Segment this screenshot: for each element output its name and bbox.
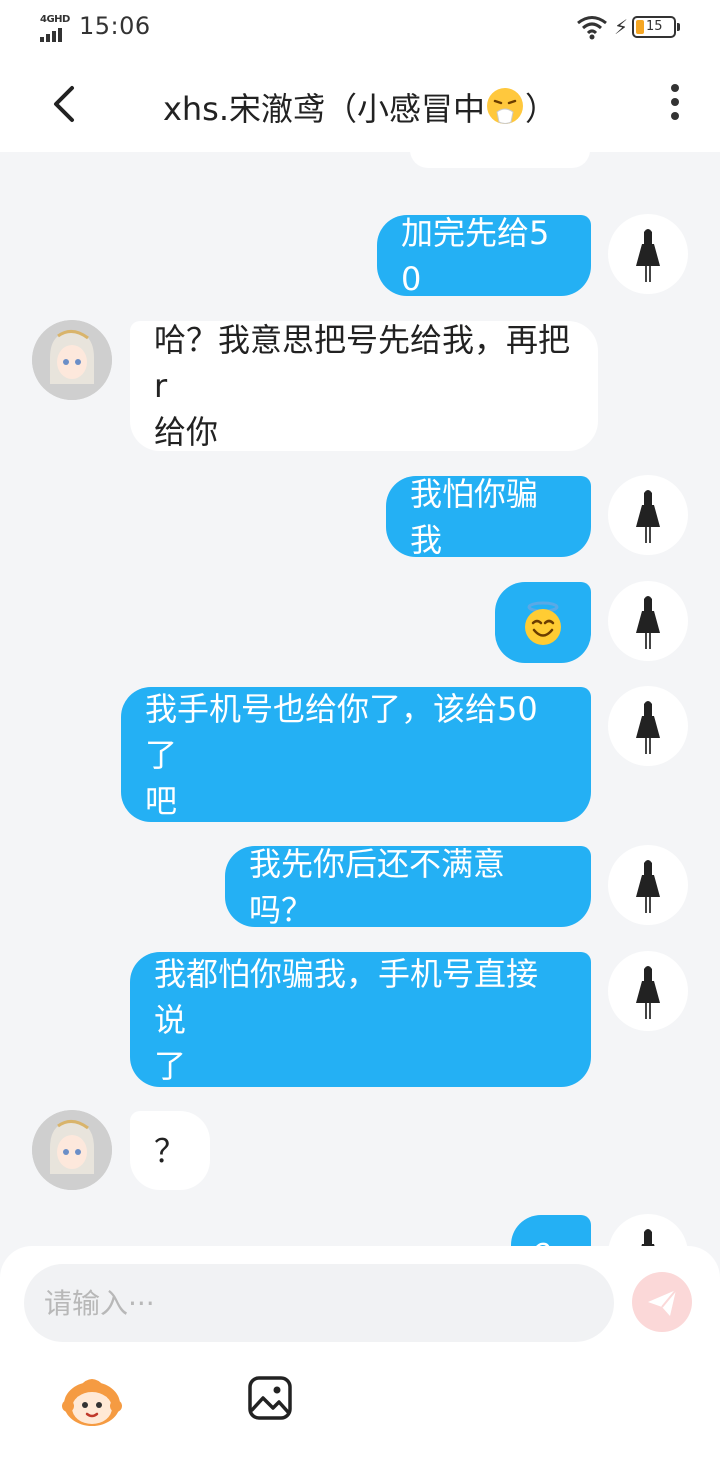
anime-girl-avatar-icon <box>32 320 112 400</box>
my-avatar[interactable] <box>608 214 688 294</box>
message-bubble-me[interactable]: 我手机号也给你了，该给50了 吧 <box>121 687 591 822</box>
wifi-icon <box>577 16 607 40</box>
girl-figure-avatar-icon <box>636 596 660 649</box>
message-text: 加完先给50 <box>401 213 550 298</box>
my-avatar[interactable] <box>608 951 688 1031</box>
chat-header: xhs.宋澈鸢（小感冒中 ） <box>0 56 720 152</box>
my-avatar[interactable] <box>608 686 688 766</box>
message-input[interactable] <box>24 1264 614 1342</box>
chat-title-suffix: ） <box>525 90 558 128</box>
message-list[interactable]: 加完先给50 哈？我意思把号先给我，再把r 给你 我怕你骗我 我手机号也给你了，… <box>0 152 720 1246</box>
composer-panel <box>0 1246 720 1460</box>
my-avatar[interactable] <box>608 475 688 555</box>
my-avatar[interactable] <box>608 845 688 925</box>
status-time: 15:06 <box>79 12 151 40</box>
message-bubble-partial <box>410 152 590 168</box>
message-text: ？ <box>535 1233 567 1247</box>
girl-figure-avatar-icon <box>636 860 660 913</box>
send-button[interactable] <box>632 1272 692 1332</box>
message-bubble-other[interactable]: ？ <box>130 1111 210 1190</box>
back-button[interactable] <box>44 82 88 126</box>
girl-figure-avatar-icon <box>641 1229 655 1246</box>
mascot-sticker-icon[interactable] <box>60 1372 124 1428</box>
my-avatar[interactable] <box>608 581 688 661</box>
contact-avatar[interactable] <box>32 1110 112 1190</box>
girl-figure-avatar-icon <box>636 229 660 282</box>
more-options-button[interactable] <box>660 84 690 124</box>
message-text: 我手机号也给你了，该给50了 吧 <box>145 689 538 820</box>
message-bubble-me[interactable]: 我都怕你骗我，手机号直接说 了 <box>130 952 591 1087</box>
battery-icon: 15 <box>632 16 680 38</box>
chat-title: xhs.宋澈鸢（小感冒中 ） <box>100 84 620 130</box>
message-bubble-me[interactable] <box>495 582 591 663</box>
message-text: 哈？我意思把号先给我，再把r 给你 <box>154 321 571 451</box>
message-text: 我怕你骗我 <box>410 474 539 559</box>
contact-avatar[interactable] <box>32 320 112 400</box>
message-bubble-other[interactable]: 哈？我意思把号先给我，再把r 给你 <box>130 321 598 451</box>
network-type: 4GHD <box>40 14 70 25</box>
anime-girl-avatar-icon <box>32 1110 112 1190</box>
smiling-face-with-halo-icon <box>525 601 561 645</box>
message-text: 我先你后还不满意吗？ <box>249 844 506 929</box>
message-bubble-me[interactable]: 我先你后还不满意吗？ <box>225 845 591 929</box>
girl-figure-avatar-icon <box>636 701 660 754</box>
chat-title-text: xhs.宋澈鸢（小感冒中 <box>162 90 486 128</box>
message-bubble-me[interactable]: 加完先给50 <box>377 214 591 298</box>
my-avatar[interactable] <box>608 1214 688 1246</box>
girl-figure-avatar-icon <box>636 490 660 543</box>
girl-figure-avatar-icon <box>636 966 660 1019</box>
status-bar: 4GHD 15:06 ⚡ 15 <box>0 0 720 56</box>
sneezing-face-icon <box>487 88 524 124</box>
battery-level: 15 <box>646 19 663 34</box>
cellular-signal-icon: 4GHD <box>40 14 72 42</box>
message-text: ？ <box>153 1131 186 1170</box>
message-text: 我都怕你骗我，手机号直接说 了 <box>154 954 539 1085</box>
charging-icon: ⚡ <box>614 15 629 39</box>
paper-plane-icon <box>648 1289 677 1316</box>
message-bubble-me[interactable]: ？ <box>511 1215 591 1246</box>
image-gallery-icon[interactable] <box>246 1374 294 1422</box>
message-bubble-me[interactable]: 我怕你骗我 <box>386 475 591 559</box>
